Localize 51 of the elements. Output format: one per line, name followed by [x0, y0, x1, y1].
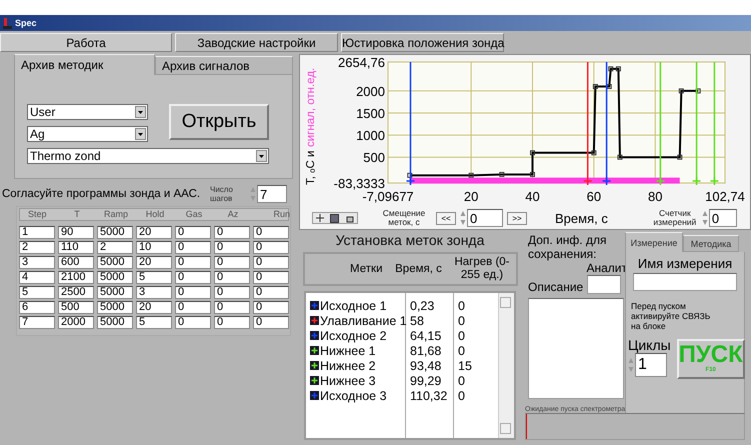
time-cell-text: 64,15 [409, 328, 442, 343]
counter-label: Счетчик измерений [652, 209, 698, 227]
y-axis-title: Т, ₒС и [305, 150, 317, 185]
heat-cell-text: 0 [457, 373, 466, 388]
column-header: Метки [349, 262, 384, 276]
window-title: Spec [15, 18, 37, 28]
column-header: Hold [144, 209, 166, 220]
time-cell-text: 81,68 [409, 343, 442, 358]
x-tick-label: 20 [464, 189, 478, 204]
x-tick-label: -7,09677 [362, 189, 414, 204]
y-tick-label: 2654,76 [338, 55, 385, 70]
heat-cell-text: 15 [457, 358, 473, 373]
run-note: Перед пуском активируйте СВЯЗЬ на блоке [631, 301, 712, 331]
x-tick-label: 80 [648, 189, 662, 204]
marks-title: Установка меток зонда [336, 232, 484, 248]
time-cell-text: 110,32 [409, 388, 448, 403]
time-cell-text: 58 [409, 313, 425, 328]
y-tick-label: 2000 [356, 84, 385, 99]
time-cell-text: 0,23 [409, 298, 436, 313]
measurement-name-label: Имя измерения [638, 256, 732, 271]
heat-cell-text: 0 [457, 313, 466, 328]
column-header: T [73, 209, 81, 220]
heat-cell-text: 0 [457, 388, 466, 403]
analyte-label: Аналит [586, 261, 627, 275]
cycles-label: Циклы [628, 337, 671, 353]
column-header: Нагрев (0-255 ед.) [453, 256, 511, 282]
steps-label: Число шагов [210, 185, 234, 203]
description-label: Описание [528, 280, 584, 294]
heat-cell-text: 0 [457, 343, 466, 358]
x-tick-label: 40 [525, 189, 540, 204]
column-header: Ramp [102, 209, 129, 220]
column-header: Gas [184, 209, 204, 220]
save-info-title: Доп. инф. для сохранения: [528, 233, 608, 261]
x-tick-label: 102,74 [705, 189, 745, 204]
time-cell-text: 99,29 [409, 373, 442, 388]
heat-cell-text: 0 [457, 298, 466, 313]
column-header: Step [27, 209, 48, 220]
time-cell-text: 93,48 [409, 358, 442, 373]
marker-shift-label: Смещение меток, с [382, 209, 426, 227]
column-header: Время, с [394, 262, 443, 276]
program-note: Согласуйте программы зонда и ААС. [2, 188, 202, 200]
y-axis-title: сигнал, отн.ед. [305, 68, 317, 147]
heat-cell-text: 0 [457, 328, 466, 343]
y-tick-label: -83,3333 [334, 176, 385, 191]
column-header: Run [272, 209, 290, 220]
y-tick-label: 1000 [356, 128, 385, 144]
x-tick-label: 60 [586, 189, 602, 204]
x-axis-title: Время, с [555, 210, 608, 226]
y-tick-label: 500 [363, 150, 385, 166]
y-tick-label: 1500 [356, 106, 385, 122]
column-header: Az [226, 209, 240, 220]
